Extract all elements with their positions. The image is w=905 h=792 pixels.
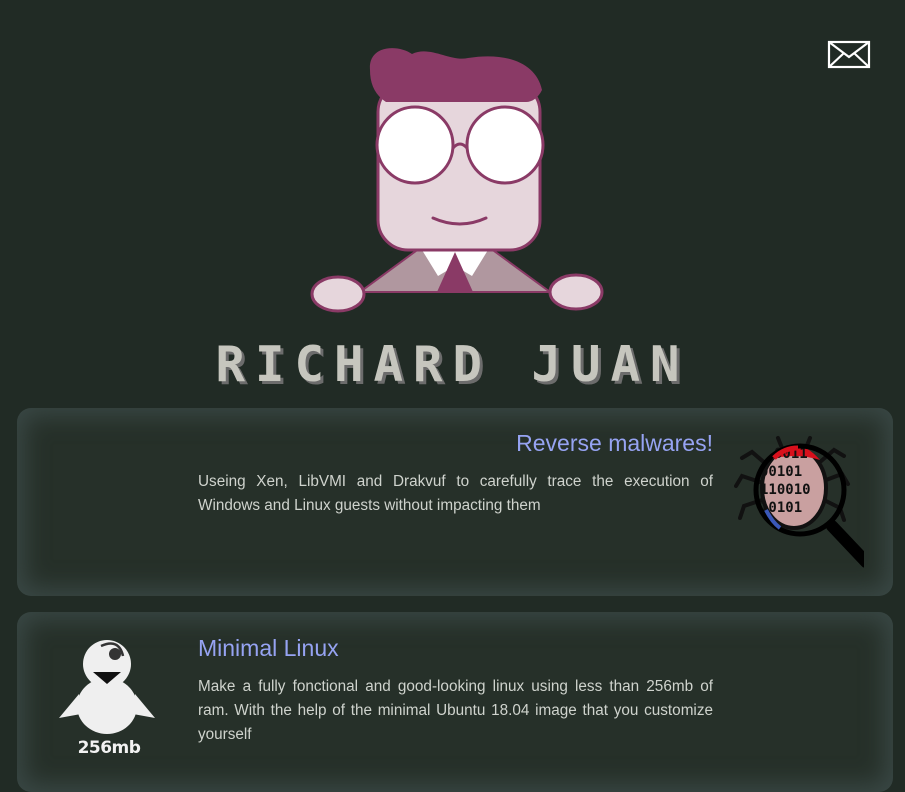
project-title[interactable]: Reverse malwares!	[516, 430, 713, 457]
project-card-reverse-malwares: Reverse malwares! Useing Xen, LibVMI and…	[17, 408, 893, 596]
bug-magnifier-icon: 0011 00101 110010 10101	[734, 430, 872, 576]
project-description: Make a fully fonctional and good-looking…	[198, 678, 713, 743]
binary-line-2: 00101	[760, 464, 802, 480]
project-title[interactable]: Minimal Linux	[198, 635, 339, 662]
binary-line-3: 110010	[760, 482, 811, 498]
avatar	[300, 40, 610, 320]
memory-label: 256mb	[77, 738, 141, 758]
page-title: RICHARD JUAN	[215, 336, 690, 393]
mail-icon[interactable]	[827, 40, 871, 70]
project-card-minimal-linux: 256mb Minimal Linux Make a fully fonctio…	[17, 612, 893, 792]
project-description: Useing Xen, LibVMI and Drakvuf to carefu…	[198, 473, 713, 514]
penguin-icon	[57, 636, 157, 736]
